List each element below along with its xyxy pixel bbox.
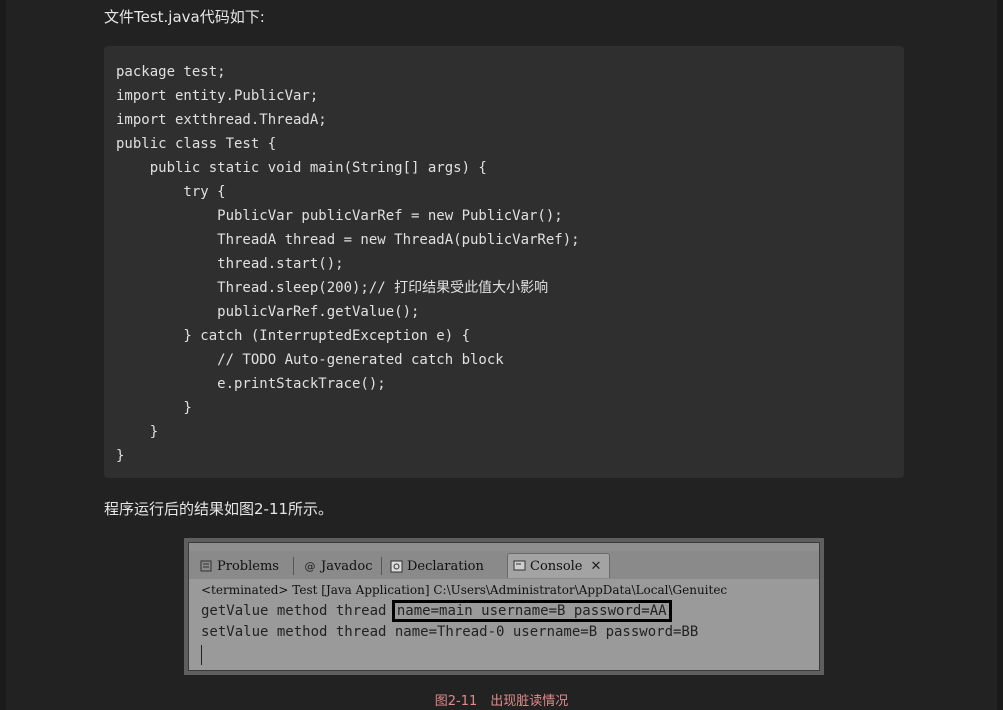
- terminated-status: <terminated> Test [Java Application] C:\…: [201, 583, 728, 597]
- code-line: public static void main(String[] args) {: [116, 160, 487, 176]
- code-line: package test;: [116, 64, 226, 80]
- tab-problems-label: Problems: [217, 558, 279, 574]
- tab-console-label: Console: [530, 558, 583, 574]
- code-text: package test; import entity.PublicVar; i…: [104, 46, 904, 468]
- tab-separator: [293, 557, 294, 575]
- page-left-edge: [0, 0, 6, 710]
- code-line: import entity.PublicVar;: [116, 88, 319, 104]
- tab-javadoc-label: Javadoc: [321, 558, 373, 574]
- problems-icon: [199, 559, 213, 573]
- tab-problems[interactable]: Problems: [199, 555, 279, 577]
- code-line: }: [116, 400, 192, 416]
- code-line: Thread.sleep(200);// 打印结果受此值大小影响: [116, 280, 549, 296]
- code-line: e.printStackTrace();: [116, 376, 386, 392]
- console-line-1: getValue method thread name=main usernam…: [201, 600, 672, 622]
- code-line: } catch (InterruptedException e) {: [116, 328, 471, 344]
- console-line-1-prefix: getValue method thread: [201, 603, 395, 619]
- console-line-2: setValue method thread name=Thread-0 use…: [201, 624, 699, 640]
- code-line: publicVarRef.getValue();: [116, 304, 420, 320]
- code-line: PublicVar publicVarRef = new PublicVar()…: [116, 208, 563, 224]
- at-icon: @: [304, 559, 316, 573]
- code-block: package test; import entity.PublicVar; i…: [104, 46, 904, 478]
- close-icon[interactable]: ✕: [591, 559, 602, 574]
- console-view: Problems @ Javadoc Declaration Console ✕…: [188, 542, 820, 671]
- result-paragraph: 程序运行后的结果如图2-11所示。: [104, 500, 334, 518]
- page: 文件Test.java代码如下: package test; import en…: [0, 0, 1003, 710]
- view-tab-bar: Problems @ Javadoc Declaration Console ✕: [189, 551, 819, 579]
- code-line: }: [116, 448, 125, 464]
- tab-console[interactable]: Console ✕: [507, 553, 611, 578]
- tab-javadoc[interactable]: @ Javadoc: [303, 555, 373, 577]
- figure-caption: 图2-11 出现脏读情况: [434, 694, 569, 709]
- declaration-icon: [389, 559, 403, 573]
- code-line: import extthread.ThreadA;: [116, 112, 327, 128]
- code-line: thread.start();: [116, 256, 344, 272]
- text-cursor: [201, 645, 202, 665]
- code-line: try {: [116, 184, 226, 200]
- intro-paragraph: 文件Test.java代码如下:: [104, 8, 265, 26]
- code-line: ThreadA thread = new ThreadA(publicVarRe…: [116, 232, 580, 248]
- tab-separator: [381, 557, 382, 575]
- tab-declaration[interactable]: Declaration: [389, 555, 484, 577]
- highlighted-output: name=main username=B password=AA: [391, 600, 672, 622]
- page-right-edge: [997, 0, 1003, 710]
- console-icon: [512, 559, 526, 573]
- code-line: }: [116, 424, 159, 440]
- code-line: // TODO Auto-generated catch block: [116, 352, 504, 368]
- console-screenshot: Problems @ Javadoc Declaration Console ✕…: [184, 538, 824, 675]
- console-output: <terminated> Test [Java Application] C:\…: [189, 579, 819, 670]
- tab-declaration-label: Declaration: [407, 558, 484, 574]
- code-line: public class Test {: [116, 136, 277, 152]
